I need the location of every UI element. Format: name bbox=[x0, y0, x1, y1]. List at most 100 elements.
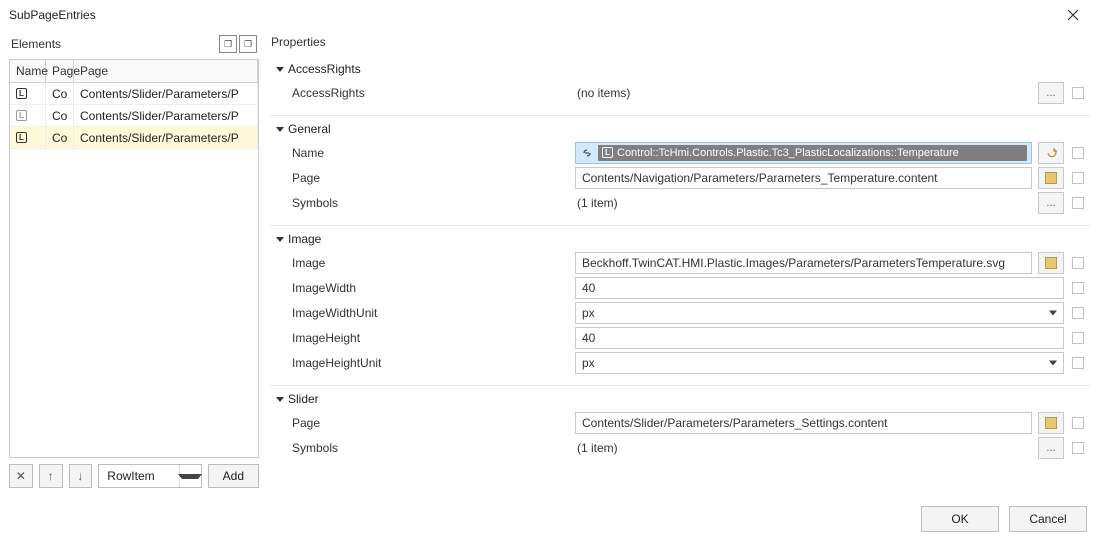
grid-body: CoContents/Slider/Parameters/PCoContents… bbox=[10, 83, 258, 457]
move-up-button[interactable]: ↑ bbox=[39, 464, 63, 488]
prop-slider-symbols: Symbols (1 item) ... bbox=[270, 435, 1090, 460]
row-col-code: Co bbox=[46, 83, 74, 104]
prop-label-image: Image bbox=[292, 256, 567, 270]
general-symbols-reset-check[interactable] bbox=[1072, 197, 1084, 209]
prop-imagewidthunit: ImageWidthUnit px bbox=[270, 300, 1090, 325]
slider-symbols-ellipsis-button[interactable]: ... bbox=[1038, 437, 1064, 459]
chevron-down-icon bbox=[276, 397, 284, 402]
prop-label-accessrights: AccessRights bbox=[292, 86, 567, 100]
group-head-image[interactable]: Image bbox=[270, 228, 1090, 250]
elements-panel: Elements ❐ ❐ Name Page Page CoContents/S… bbox=[9, 29, 259, 488]
elements-header: Elements ❐ ❐ bbox=[9, 29, 259, 59]
row-col-path: Contents/Slider/Parameters/P bbox=[74, 105, 258, 126]
group-head-accessrights[interactable]: AccessRights bbox=[270, 58, 1090, 80]
table-row[interactable]: CoContents/Slider/Parameters/P bbox=[10, 127, 258, 149]
group-title-general: General bbox=[288, 122, 331, 136]
imageheight-reset-check[interactable] bbox=[1072, 332, 1084, 344]
imagewidthunit-value: px bbox=[582, 306, 595, 320]
prop-label-general-symbols: Symbols bbox=[292, 196, 567, 210]
name-reset-check[interactable] bbox=[1072, 147, 1084, 159]
row-type-combo[interactable]: RowItem bbox=[98, 464, 201, 488]
slider-page-input[interactable] bbox=[575, 412, 1032, 434]
prop-label-imagewidthunit: ImageWidthUnit bbox=[292, 306, 567, 320]
imageheightunit-value: px bbox=[582, 356, 595, 370]
dialog-body: Elements ❐ ❐ Name Page Page CoContents/S… bbox=[1, 29, 1099, 496]
name-localized-input[interactable]: Control::TcHmi.Controls.Plastic.Tc3_Plas… bbox=[575, 142, 1032, 164]
group-head-general[interactable]: General bbox=[270, 118, 1090, 140]
row-col-code: Co bbox=[46, 105, 74, 126]
general-page-input[interactable] bbox=[575, 167, 1032, 189]
imagewidthunit-select[interactable]: px bbox=[575, 302, 1064, 324]
slider-page-browse-button[interactable] bbox=[1038, 412, 1064, 434]
slider-page-reset-check[interactable] bbox=[1072, 417, 1084, 429]
properties-label: Properties bbox=[271, 35, 326, 49]
image-input[interactable] bbox=[575, 252, 1032, 274]
group-title-accessrights: AccessRights bbox=[288, 62, 361, 76]
prop-imageheightunit: ImageHeightUnit px bbox=[270, 350, 1090, 375]
chevron-down-icon bbox=[1049, 360, 1057, 365]
close-icon bbox=[1067, 9, 1079, 21]
prop-label-general-page: Page bbox=[292, 171, 567, 185]
folder-icon bbox=[1045, 172, 1057, 184]
grid-header-name[interactable]: Name bbox=[10, 60, 46, 82]
dialog-footer: OK Cancel bbox=[1, 496, 1099, 542]
move-down-button[interactable]: ↓ bbox=[69, 464, 93, 488]
elements-header-btn-1[interactable]: ❐ bbox=[219, 35, 237, 53]
properties-header: Properties bbox=[269, 29, 1091, 55]
elements-grid: Name Page Page CoContents/Slider/Paramet… bbox=[9, 59, 259, 458]
general-page-reset-check[interactable] bbox=[1072, 172, 1084, 184]
general-symbols-value: (1 item) bbox=[575, 196, 1032, 210]
folder-icon bbox=[1045, 417, 1057, 429]
slider-symbols-reset-check[interactable] bbox=[1072, 442, 1084, 454]
slider-symbols-value: (1 item) bbox=[575, 441, 1032, 455]
image-reset-check[interactable] bbox=[1072, 257, 1084, 269]
name-reset-button[interactable] bbox=[1038, 142, 1064, 164]
prop-label-imageheightunit: ImageHeightUnit bbox=[292, 356, 567, 370]
group-general: General Name Control::TcHmi.Controls.Pla… bbox=[270, 115, 1090, 225]
group-head-slider[interactable]: Slider bbox=[270, 388, 1090, 410]
group-image: Image Image ImageWidth bbox=[270, 225, 1090, 385]
folder-icon bbox=[1045, 257, 1057, 269]
row-col-path: Contents/Slider/Parameters/P bbox=[74, 127, 258, 148]
accessrights-ellipsis-button[interactable]: ... bbox=[1038, 82, 1064, 104]
grid-header: Name Page Page bbox=[10, 60, 258, 83]
prop-name: Name Control::TcHmi.Controls.Plastic.Tc3… bbox=[270, 140, 1090, 165]
prop-label-imageheight: ImageHeight bbox=[292, 331, 567, 345]
ok-button[interactable]: OK bbox=[921, 506, 999, 532]
prop-general-symbols: Symbols (1 item) ... bbox=[270, 190, 1090, 215]
prop-image: Image bbox=[270, 250, 1090, 275]
window-close-button[interactable] bbox=[1055, 3, 1091, 27]
table-row[interactable]: CoContents/Slider/Parameters/P bbox=[10, 105, 258, 127]
prop-label-imagewidth: ImageWidth bbox=[292, 281, 567, 295]
imageheightunit-select[interactable]: px bbox=[575, 352, 1064, 374]
accessrights-reset-check[interactable] bbox=[1072, 87, 1084, 99]
group-title-image: Image bbox=[288, 232, 321, 246]
imageheight-input[interactable] bbox=[575, 327, 1064, 349]
localization-icon bbox=[16, 110, 27, 121]
imagewidth-reset-check[interactable] bbox=[1072, 282, 1084, 294]
localized-chip: Control::TcHmi.Controls.Plastic.Tc3_Plas… bbox=[598, 145, 1027, 161]
properties-list: AccessRights AccessRights (no items) ... bbox=[269, 55, 1091, 488]
imagewidth-input[interactable] bbox=[575, 277, 1064, 299]
elements-toolbar: ✕ ↑ ↓ RowItem Add bbox=[9, 464, 259, 488]
cancel-button[interactable]: Cancel bbox=[1009, 506, 1087, 532]
group-accessrights: AccessRights AccessRights (no items) ... bbox=[270, 56, 1090, 115]
general-symbols-ellipsis-button[interactable]: ... bbox=[1038, 192, 1064, 214]
prop-label-name: Name bbox=[292, 146, 567, 160]
prop-general-page: Page bbox=[270, 165, 1090, 190]
dialog-window: SubPageEntries Elements ❐ ❐ Name Page Pa… bbox=[0, 0, 1100, 543]
general-page-browse-button[interactable] bbox=[1038, 167, 1064, 189]
chevron-down-icon bbox=[276, 237, 284, 242]
elements-header-btn-2[interactable]: ❐ bbox=[239, 35, 257, 53]
remove-button[interactable]: ✕ bbox=[9, 464, 33, 488]
prop-imagewidth: ImageWidth bbox=[270, 275, 1090, 300]
titlebar: SubPageEntries bbox=[1, 1, 1099, 29]
group-title-slider: Slider bbox=[288, 392, 319, 406]
image-browse-button[interactable] bbox=[1038, 252, 1064, 274]
add-button[interactable]: Add bbox=[208, 464, 259, 488]
imagewidthunit-reset-check[interactable] bbox=[1072, 307, 1084, 319]
imageheightunit-reset-check[interactable] bbox=[1072, 357, 1084, 369]
grid-header-page-2[interactable]: Page bbox=[74, 60, 258, 82]
table-row[interactable]: CoContents/Slider/Parameters/P bbox=[10, 83, 258, 105]
grid-header-page-1[interactable]: Page bbox=[46, 60, 74, 82]
